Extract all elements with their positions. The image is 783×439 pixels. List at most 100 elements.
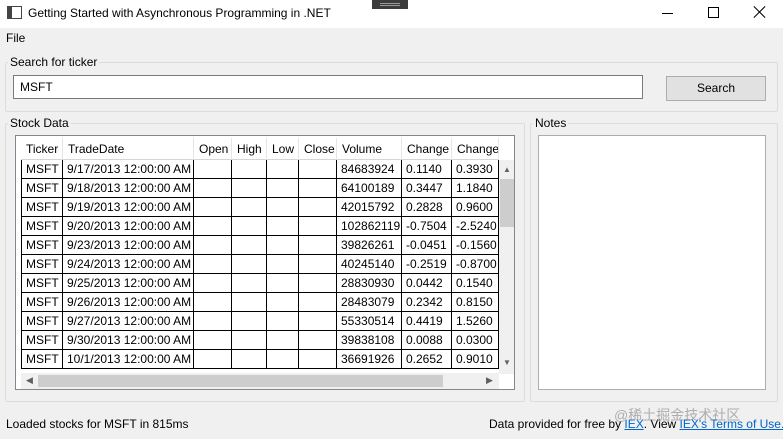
table-row[interactable]: MSFT 9/19/2013 12:00:00 AM 42015792 0.2828 0… bbox=[21, 198, 499, 217]
cell-open[interactable] bbox=[194, 331, 232, 350]
column-header-ticker[interactable]: Ticker bbox=[21, 138, 63, 160]
cell-tradedate[interactable]: 9/25/2013 12:00:00 AM bbox=[63, 274, 194, 293]
table-row[interactable]: MSFT 9/20/2013 12:00:00 AM 102862119 -0.750… bbox=[21, 217, 499, 236]
cell-change-percent[interactable]: 1.1840 bbox=[452, 179, 499, 198]
cell-tradedate[interactable]: 9/20/2013 12:00:00 AM bbox=[63, 217, 194, 236]
table-row[interactable]: MSFT 9/25/2013 12:00:00 AM 28830930 0.0442 0… bbox=[21, 274, 499, 293]
cell-change[interactable]: 0.2828 bbox=[402, 198, 452, 217]
column-header-change[interactable]: Change bbox=[402, 138, 452, 160]
close-button[interactable] bbox=[737, 0, 783, 28]
cell-change[interactable]: 0.0088 bbox=[402, 331, 452, 350]
scroll-down-icon[interactable]: ▼ bbox=[503, 358, 511, 367]
cell-open[interactable] bbox=[194, 217, 232, 236]
notes-textbox[interactable] bbox=[538, 135, 766, 390]
column-header-change-percent[interactable]: Change bbox=[452, 138, 499, 160]
cell-open[interactable] bbox=[194, 350, 232, 369]
cell-volume[interactable]: 64100189 bbox=[337, 179, 402, 198]
cell-change[interactable]: 0.0442 bbox=[402, 274, 452, 293]
cell-high[interactable] bbox=[232, 331, 267, 350]
cell-change-percent[interactable]: 0.9010 bbox=[452, 350, 499, 369]
cell-open[interactable] bbox=[194, 255, 232, 274]
vertical-scrollbar[interactable]: ▲ ▼ bbox=[499, 160, 514, 374]
cell-change-percent[interactable]: 0.3930 bbox=[452, 160, 499, 179]
cell-low[interactable] bbox=[267, 331, 299, 350]
horizontal-scrollbar[interactable]: ◀ ▶ bbox=[21, 373, 499, 389]
scroll-up-icon[interactable]: ▲ bbox=[503, 165, 511, 174]
search-button[interactable]: Search bbox=[666, 76, 766, 101]
cell-change[interactable]: -0.7504 bbox=[402, 217, 452, 236]
column-header-tradedate[interactable]: TradeDate bbox=[63, 138, 194, 160]
cell-volume[interactable]: 42015792 bbox=[337, 198, 402, 217]
cell-change-percent[interactable]: 0.8150 bbox=[452, 293, 499, 312]
cell-tradedate[interactable]: 10/1/2013 12:00:00 AM bbox=[63, 350, 194, 369]
cell-low[interactable] bbox=[267, 217, 299, 236]
cell-ticker[interactable]: MSFT bbox=[21, 312, 63, 331]
cell-change-percent[interactable]: -2.5240 bbox=[452, 217, 499, 236]
cell-high[interactable] bbox=[232, 350, 267, 369]
cell-close[interactable] bbox=[299, 274, 337, 293]
cell-change-percent[interactable]: 1.5260 bbox=[452, 312, 499, 331]
cell-low[interactable] bbox=[267, 293, 299, 312]
cell-close[interactable] bbox=[299, 350, 337, 369]
cell-volume[interactable]: 84683924 bbox=[337, 160, 402, 179]
cell-volume[interactable]: 39838108 bbox=[337, 331, 402, 350]
maximize-button[interactable] bbox=[691, 0, 737, 28]
table-row[interactable]: MSFT 9/24/2013 12:00:00 AM 40245140 -0.2519… bbox=[21, 255, 499, 274]
cell-change-percent[interactable]: 0.1540 bbox=[452, 274, 499, 293]
cell-tradedate[interactable]: 9/30/2013 12:00:00 AM bbox=[63, 331, 194, 350]
table-row[interactable]: MSFT 9/26/2013 12:00:00 AM 28483079 0.2342 0… bbox=[21, 293, 499, 312]
column-header-close[interactable]: Close bbox=[299, 138, 337, 160]
cell-change-percent[interactable]: 0.9600 bbox=[452, 198, 499, 217]
horizontal-scroll-thumb[interactable] bbox=[38, 375, 443, 387]
cell-open[interactable] bbox=[194, 312, 232, 331]
cell-volume[interactable]: 39826261 bbox=[337, 236, 402, 255]
cell-high[interactable] bbox=[232, 179, 267, 198]
cell-high[interactable] bbox=[232, 312, 267, 331]
cell-ticker[interactable]: MSFT bbox=[21, 217, 63, 236]
cell-change-percent[interactable]: -0.8700 bbox=[452, 255, 499, 274]
column-header-open[interactable]: Open bbox=[194, 138, 232, 160]
cell-high[interactable] bbox=[232, 274, 267, 293]
cell-tradedate[interactable]: 9/27/2013 12:00:00 AM bbox=[63, 312, 194, 331]
cell-change[interactable]: 0.2342 bbox=[402, 293, 452, 312]
cell-volume[interactable]: 36691926 bbox=[337, 350, 402, 369]
cell-close[interactable] bbox=[299, 179, 337, 198]
cell-high[interactable] bbox=[232, 255, 267, 274]
cell-low[interactable] bbox=[267, 255, 299, 274]
table-row[interactable]: MSFT 9/23/2013 12:00:00 AM 39826261 -0.0451… bbox=[21, 236, 499, 255]
cell-change-percent[interactable]: 0.0300 bbox=[452, 331, 499, 350]
cell-volume[interactable]: 102862119 bbox=[337, 217, 402, 236]
cell-open[interactable] bbox=[194, 160, 232, 179]
table-row[interactable]: MSFT 9/30/2013 12:00:00 AM 39838108 0.0088 0… bbox=[21, 331, 499, 350]
cell-open[interactable] bbox=[194, 179, 232, 198]
cell-close[interactable] bbox=[299, 293, 337, 312]
cell-tradedate[interactable]: 9/23/2013 12:00:00 AM bbox=[63, 236, 194, 255]
cell-close[interactable] bbox=[299, 312, 337, 331]
cell-close[interactable] bbox=[299, 236, 337, 255]
cell-open[interactable] bbox=[194, 236, 232, 255]
scroll-right-icon[interactable]: ▶ bbox=[486, 375, 493, 386]
cell-low[interactable] bbox=[267, 350, 299, 369]
cell-change[interactable]: 0.1140 bbox=[402, 160, 452, 179]
cell-change[interactable]: 0.3447 bbox=[402, 179, 452, 198]
cell-change-percent[interactable]: -0.1560 bbox=[452, 236, 499, 255]
ticker-search-input[interactable]: MSFT bbox=[13, 75, 643, 99]
cell-high[interactable] bbox=[232, 217, 267, 236]
table-row[interactable]: MSFT 9/17/2013 12:00:00 AM 84683924 0.1140 0… bbox=[21, 160, 499, 179]
cell-ticker[interactable]: MSFT bbox=[21, 274, 63, 293]
cell-tradedate[interactable]: 9/26/2013 12:00:00 AM bbox=[63, 293, 194, 312]
cell-low[interactable] bbox=[267, 179, 299, 198]
cell-close[interactable] bbox=[299, 198, 337, 217]
cell-low[interactable] bbox=[267, 160, 299, 179]
table-row[interactable]: MSFT 9/27/2013 12:00:00 AM 55330514 0.4419 1… bbox=[21, 312, 499, 331]
cell-low[interactable] bbox=[267, 312, 299, 331]
cell-close[interactable] bbox=[299, 331, 337, 350]
cell-high[interactable] bbox=[232, 236, 267, 255]
cell-ticker[interactable]: MSFT bbox=[21, 160, 63, 179]
table-row[interactable]: MSFT 9/18/2013 12:00:00 AM 64100189 0.3447 1… bbox=[21, 179, 499, 198]
minimize-button[interactable] bbox=[645, 0, 691, 28]
column-header-high[interactable]: High bbox=[232, 138, 267, 160]
cell-tradedate[interactable]: 9/17/2013 12:00:00 AM bbox=[63, 160, 194, 179]
column-header-volume[interactable]: Volume bbox=[337, 138, 402, 160]
cell-ticker[interactable]: MSFT bbox=[21, 179, 63, 198]
